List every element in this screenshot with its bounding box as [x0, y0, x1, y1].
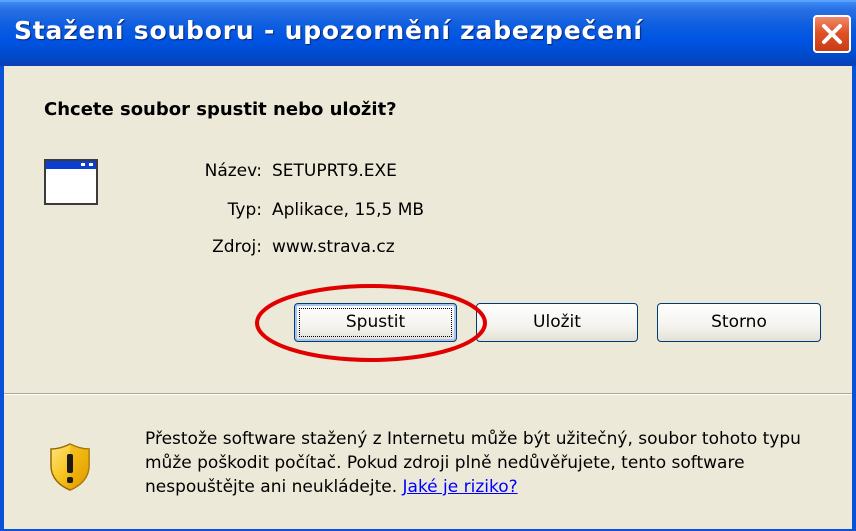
file-name-row: Název: SETUPRT9.EXE	[4, 161, 852, 185]
cancel-button-label: Storno	[711, 312, 767, 332]
window-frame-right	[852, 66, 856, 531]
file-type-row: Typ: Aplikace, 15,5 MB	[4, 200, 852, 224]
dialog-body: Chcete soubor spustit nebo uložit? Název…	[4, 66, 852, 531]
security-shield-warning-icon	[50, 443, 90, 491]
window-title: Stažení souboru - upozornění zabezpečení	[14, 16, 643, 45]
save-button[interactable]: Uložit	[476, 303, 638, 342]
file-name-value: SETUPRT9.EXE	[272, 161, 397, 181]
separator	[4, 393, 852, 395]
file-source-value: www.strava.cz	[272, 237, 395, 257]
dialog-question: Chcete soubor spustit nebo uložit?	[44, 99, 397, 120]
run-button-label: Spustit	[345, 312, 406, 332]
file-type-value: Aplikace, 15,5 MB	[272, 200, 425, 220]
file-source-row: Zdroj: www.strava.cz	[4, 237, 852, 261]
close-button[interactable]	[813, 15, 851, 53]
run-button[interactable]: Spustit	[294, 303, 457, 342]
cancel-button[interactable]: Storno	[657, 303, 821, 342]
save-button-label: Uložit	[533, 312, 581, 332]
file-source-label: Zdroj:	[212, 237, 262, 257]
file-name-label: Název:	[204, 161, 262, 181]
close-icon	[822, 24, 842, 44]
security-warning-text: Přestože software stažený z Internetu mů…	[145, 427, 835, 499]
risk-info-link[interactable]: Jaké je riziko?	[403, 477, 518, 497]
file-type-label: Typ:	[227, 200, 262, 220]
title-bar[interactable]: Stažení souboru - upozornění zabezpečení	[0, 0, 856, 66]
